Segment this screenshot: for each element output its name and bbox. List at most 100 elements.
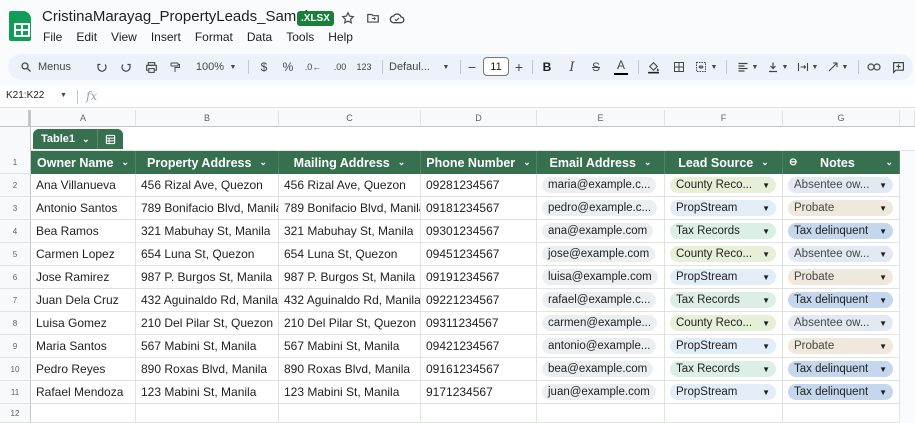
dropdown-arrow-icon[interactable]: ▼ — [879, 250, 887, 259]
empty-cell[interactable] — [279, 404, 421, 423]
email-chip[interactable]: jose@example.com — [542, 246, 656, 262]
font-select[interactable]: Defaul... — [389, 54, 437, 80]
email-address-cell[interactable]: rafael@example.c... — [537, 289, 665, 312]
lead-source-cell[interactable]: Tax Records ▼ — [665, 289, 783, 312]
header-property-address[interactable]: Property Address ⌄ — [136, 151, 279, 174]
row-header-6[interactable]: 6 — [0, 266, 31, 289]
lead-source-dropdown[interactable]: Tax Records ▼ — [670, 361, 776, 377]
lead-source-dropdown[interactable]: PropStream ▼ — [670, 338, 776, 354]
dropdown-arrow-icon[interactable]: ▼ — [762, 365, 770, 374]
lead-source-cell[interactable]: PropStream ▼ — [665, 197, 783, 220]
decrease-font-size-icon[interactable]: − — [466, 54, 478, 80]
valign-chevron-down-icon[interactable]: ▼ — [781, 54, 789, 80]
merge-cells-icon[interactable] — [693, 54, 709, 80]
merge-chevron-down-icon[interactable]: ▼ — [710, 54, 718, 80]
star-icon[interactable] — [340, 10, 356, 26]
row-header-12[interactable]: 12 — [0, 404, 31, 423]
lead-source-cell[interactable]: County Reco... ▼ — [665, 243, 783, 266]
property-address-cell[interactable]: 890 Roxas Blvd, Manila — [136, 358, 279, 381]
notes-cell[interactable]: Tax delinquent ▼ — [783, 381, 900, 404]
vertical-align-icon[interactable] — [765, 54, 781, 80]
lead-source-dropdown[interactable]: PropStream ▼ — [670, 384, 776, 400]
lead-source-cell[interactable]: County Reco... ▼ — [665, 174, 783, 197]
phone-number-cell[interactable]: 09451234567 — [421, 243, 537, 266]
phone-number-cell[interactable]: 09221234567 — [421, 289, 537, 312]
menu-edit[interactable]: Edit — [69, 29, 104, 45]
menu-data[interactable]: Data — [240, 29, 279, 45]
row-header-3[interactable]: 3 — [0, 197, 31, 220]
notes-cell[interactable]: Absentee ow... ▼ — [783, 243, 900, 266]
dropdown-arrow-icon[interactable]: ▼ — [879, 319, 887, 328]
notes-cell[interactable]: Probate ▼ — [783, 197, 900, 220]
font-size-input[interactable]: 11 — [483, 57, 509, 76]
mailing-address-cell[interactable]: 890 Roxas Blvd, Manila — [279, 358, 421, 381]
header-lead-source[interactable]: Lead Source ⌄ — [665, 151, 783, 174]
menu-tools[interactable]: Tools — [279, 29, 321, 45]
menu-file[interactable]: File — [36, 29, 69, 45]
column-header-a[interactable]: A — [31, 110, 136, 127]
owner-name-cell[interactable]: Antonio Santos — [31, 197, 136, 220]
mailing-address-cell[interactable]: 123 Mabini St, Manila — [279, 381, 421, 404]
paint-format-icon[interactable] — [167, 54, 183, 80]
notes-dropdown[interactable]: Tax delinquent ▼ — [788, 292, 893, 308]
email-address-cell[interactable]: maria@example.c... — [537, 174, 665, 197]
dropdown-arrow-icon[interactable]: ▼ — [762, 296, 770, 305]
dropdown-arrow-icon[interactable]: ▼ — [762, 273, 770, 282]
mailing-address-cell[interactable]: 567 Mabini St, Manila — [279, 335, 421, 358]
mailing-address-cell[interactable]: 456 Rizal Ave, Quezon — [279, 174, 421, 197]
dropdown-arrow-icon[interactable]: ▼ — [762, 250, 770, 259]
header-phone-number[interactable]: Phone Number ⌄ — [421, 151, 537, 174]
empty-cell[interactable] — [421, 404, 537, 423]
empty-cell[interactable] — [136, 404, 279, 423]
phone-number-cell[interactable]: 09281234567 — [421, 174, 537, 197]
dropdown-arrow-icon[interactable]: ▼ — [762, 388, 770, 397]
lead-source-dropdown[interactable]: PropStream ▼ — [670, 269, 776, 285]
email-address-cell[interactable]: antonio@example... — [537, 335, 665, 358]
email-address-cell[interactable]: luisa@example.com — [537, 266, 665, 289]
notes-dropdown[interactable]: Probate ▼ — [788, 338, 893, 354]
email-chip[interactable]: carmen@example... — [542, 315, 658, 331]
row-header-4[interactable]: 4 — [0, 220, 31, 243]
select-all-corner[interactable] — [0, 110, 31, 127]
horizontal-align-icon[interactable] — [735, 54, 751, 80]
notes-dropdown[interactable]: Probate ▼ — [788, 269, 893, 285]
email-chip[interactable]: bea@example.com — [542, 361, 654, 377]
owner-name-cell[interactable]: Pedro Reyes — [31, 358, 136, 381]
column-header-g[interactable]: G — [783, 110, 900, 127]
owner-name-cell[interactable]: Rafael Mendoza — [31, 381, 136, 404]
mailing-address-cell[interactable]: 210 Del Pilar St, Quezon — [279, 312, 421, 335]
header-mailing-address[interactable]: Mailing Address ⌄ — [279, 151, 421, 174]
font-chevron-down-icon[interactable]: ▼ — [441, 54, 451, 80]
filter-chevron-down-icon[interactable]: ⌄ — [644, 157, 652, 168]
lead-source-dropdown[interactable]: Tax Records ▼ — [670, 292, 776, 308]
wrap-chevron-down-icon[interactable]: ▼ — [811, 54, 819, 80]
property-address-cell[interactable]: 456 Rizal Ave, Quezon — [136, 174, 279, 197]
lead-source-cell[interactable]: Tax Records ▼ — [665, 220, 783, 243]
filter-chevron-down-icon[interactable]: ⌄ — [523, 157, 531, 168]
header-notes[interactable]: ⊖ Notes ⌄ — [783, 151, 900, 174]
email-address-cell[interactable]: bea@example.com — [537, 358, 665, 381]
phone-number-cell[interactable]: 9171234567 — [421, 381, 537, 404]
sheets-logo-icon[interactable] — [9, 11, 31, 41]
dropdown-arrow-icon[interactable]: ▼ — [762, 342, 770, 351]
name-box[interactable]: K21:K22 — [6, 90, 44, 101]
dropdown-arrow-icon[interactable]: ▼ — [762, 319, 770, 328]
phone-number-cell[interactable]: 09311234567 — [421, 312, 537, 335]
owner-name-cell[interactable]: Ana Villanueva — [31, 174, 136, 197]
lead-source-cell[interactable]: PropStream ▼ — [665, 335, 783, 358]
property-address-cell[interactable]: 321 Mabuhay St, Manila — [136, 220, 279, 243]
name-box-chevron-down-icon[interactable]: ▼ — [60, 92, 67, 99]
notes-dropdown[interactable]: Probate ▼ — [788, 200, 893, 216]
row-header-5[interactable]: 5 — [0, 243, 31, 266]
row-header-9[interactable]: 9 — [0, 335, 31, 358]
mailing-address-cell[interactable]: 432 Aguinaldo Rd, Manila — [279, 289, 421, 312]
column-header-d[interactable]: D — [421, 110, 537, 127]
filter-chevron-down-icon[interactable]: ⌄ — [121, 157, 129, 168]
mailing-address-cell[interactable]: 321 Mabuhay St, Manila — [279, 220, 421, 243]
lead-source-dropdown[interactable]: County Reco... ▼ — [670, 177, 776, 193]
row-header-1[interactable]: 1 — [0, 151, 31, 174]
italic-icon[interactable]: I — [565, 54, 579, 80]
print-icon[interactable] — [143, 54, 159, 80]
dropdown-arrow-icon[interactable]: ▼ — [879, 227, 887, 236]
mailing-address-cell[interactable]: 789 Bonifacio Blvd, Manila — [279, 197, 421, 220]
